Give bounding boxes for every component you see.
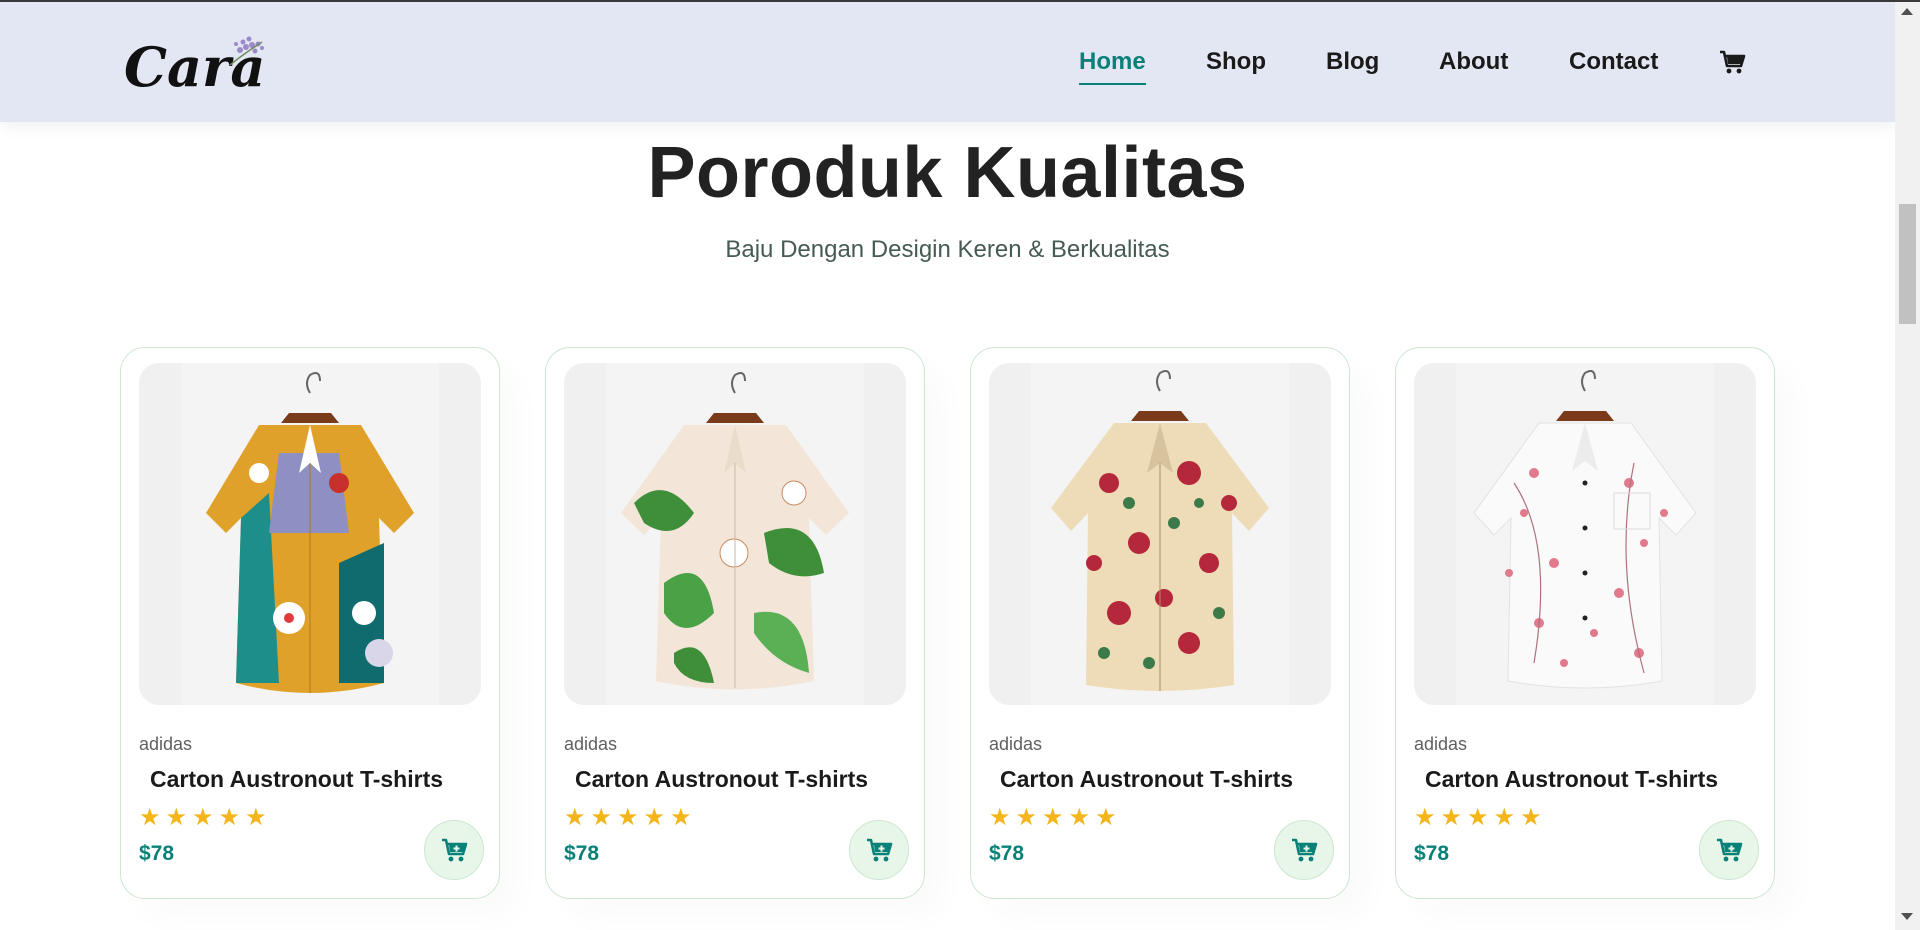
- star-icon: ★: [139, 804, 161, 831]
- product-name[interactable]: Carton Austronout T-shirts: [150, 766, 443, 793]
- section-subtitle: Baju Dengan Desigin Keren & Berkualitas: [725, 236, 1170, 263]
- product-brand: adidas: [1414, 734, 1468, 754]
- nav-contact[interactable]: Contact: [1569, 48, 1658, 76]
- product-name[interactable]: Carton Austronout T-shirts: [575, 766, 868, 793]
- cart-plus-icon: [1292, 838, 1318, 862]
- star-icon: ★: [1440, 804, 1463, 831]
- star-icon: ★: [218, 804, 241, 831]
- star-icon: ★: [564, 804, 586, 831]
- add-to-cart-button[interactable]: [424, 820, 484, 880]
- product-card[interactable]: adidas Carton Austronout T-shirts ★ ★ ★ …: [545, 347, 925, 899]
- header: Cara Home Shop Blog About Contact: [0, 2, 1895, 122]
- product-price: $78: [139, 842, 175, 865]
- product-name[interactable]: Carton Austronout T-shirts: [1425, 766, 1718, 793]
- star-icon: ★: [1015, 804, 1038, 831]
- product-brand: adidas: [139, 734, 193, 754]
- star-icon: ★: [1467, 804, 1489, 831]
- product-rating: ★ ★ ★ ★ ★: [1414, 806, 1542, 830]
- product-card[interactable]: adidas Carton Austronout T-shirts ★ ★ ★ …: [120, 347, 500, 899]
- add-to-cart-button[interactable]: [1274, 820, 1334, 880]
- star-icon: ★: [617, 804, 639, 831]
- star-icon: ★: [165, 804, 188, 831]
- star-icon: ★: [1095, 804, 1117, 831]
- star-icon: ★: [989, 804, 1011, 831]
- nav-blog[interactable]: Blog: [1326, 48, 1379, 76]
- product-rating: ★ ★ ★ ★ ★: [139, 806, 267, 830]
- product-price: $78: [989, 842, 1025, 865]
- vertical-scrollbar[interactable]: [1895, 2, 1920, 930]
- nav-about[interactable]: About: [1439, 48, 1508, 76]
- product-image-colorful-abstract-shirt[interactable]: [139, 363, 481, 705]
- star-icon: ★: [590, 804, 613, 831]
- star-icon: ★: [670, 804, 692, 831]
- cart-plus-icon: [867, 838, 893, 862]
- product-rating: ★ ★ ★ ★ ★: [989, 806, 1117, 830]
- scroll-down-arrow-icon[interactable]: [1901, 913, 1913, 920]
- add-to-cart-button[interactable]: [849, 820, 909, 880]
- product-name[interactable]: Carton Austronout T-shirts: [1000, 766, 1293, 793]
- product-image-green-leaf-floral-shirt[interactable]: [564, 363, 906, 705]
- star-icon: ★: [643, 804, 666, 831]
- product-card[interactable]: adidas Carton Austronout T-shirts ★ ★ ★ …: [970, 347, 1350, 899]
- product-price: $78: [1414, 842, 1450, 865]
- add-to-cart-button[interactable]: [1699, 820, 1759, 880]
- product-image-pink-blossom-white-shirt[interactable]: [1414, 363, 1756, 705]
- star-icon: ★: [245, 804, 267, 831]
- star-icon: ★: [1520, 804, 1542, 831]
- star-icon: ★: [1414, 804, 1436, 831]
- product-image-red-rose-floral-shirt[interactable]: [989, 363, 1331, 705]
- nav-shop[interactable]: Shop: [1206, 48, 1266, 76]
- product-rating: ★ ★ ★ ★ ★: [564, 806, 692, 830]
- star-icon: ★: [1042, 804, 1064, 831]
- star-icon: ★: [192, 804, 214, 831]
- product-card[interactable]: adidas Carton Austronout T-shirts ★ ★ ★ …: [1395, 347, 1775, 899]
- cart-icon[interactable]: [1718, 48, 1746, 76]
- section-title: Poroduk Kualitas: [647, 133, 1248, 213]
- cart-plus-icon: [1717, 838, 1743, 862]
- cart-plus-icon: [442, 838, 468, 862]
- scrollbar-thumb[interactable]: [1899, 204, 1916, 324]
- nav-home[interactable]: Home: [1079, 48, 1146, 85]
- product-price: $78: [564, 842, 600, 865]
- logo[interactable]: Cara: [122, 30, 272, 100]
- star-icon: ★: [1493, 804, 1516, 831]
- page: Cara Home Shop Blog About Contact Porodu…: [0, 0, 1895, 930]
- scroll-up-arrow-icon[interactable]: [1901, 8, 1913, 15]
- product-brand: adidas: [564, 734, 618, 754]
- product-brand: adidas: [989, 734, 1043, 754]
- star-icon: ★: [1068, 804, 1091, 831]
